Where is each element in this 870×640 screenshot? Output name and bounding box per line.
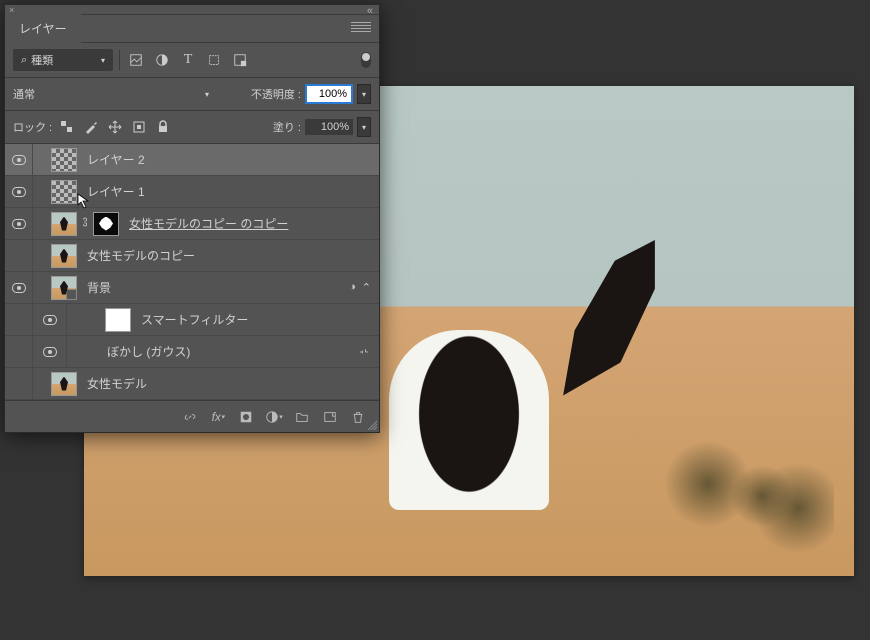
visibility-toggle[interactable] <box>5 336 33 367</box>
fill-label: 塗り : <box>273 119 301 135</box>
mask-icon[interactable] <box>237 408 255 426</box>
layer-name[interactable]: ぼかし (ガウス) <box>107 343 190 360</box>
lock-transparency-icon[interactable] <box>58 118 76 136</box>
type-filter-icon[interactable]: T <box>178 50 198 70</box>
delete-layer-icon[interactable] <box>349 408 367 426</box>
layer-thumbnail[interactable] <box>105 308 131 332</box>
visibility-toggle[interactable] <box>5 240 33 271</box>
visibility-toggle[interactable] <box>5 368 33 399</box>
filter-edit-icon[interactable] <box>357 347 371 357</box>
eye-icon <box>12 187 26 197</box>
layer-name[interactable]: 女性モデルのコピー のコピー <box>129 215 288 232</box>
layer-row[interactable]: 女性モデル <box>5 368 379 400</box>
shape-filter-icon[interactable] <box>204 50 224 70</box>
visibility-toggle[interactable] <box>5 176 33 207</box>
chevron-down-icon: ▾ <box>101 56 105 65</box>
search-icon: ⌕ <box>21 54 27 67</box>
lock-all-icon[interactable] <box>154 118 172 136</box>
layer-name[interactable]: 女性モデル <box>87 375 147 392</box>
resize-handle-icon[interactable] <box>367 420 377 430</box>
layer-mask-thumbnail[interactable] <box>93 212 119 236</box>
fx-icon[interactable]: fx▾ <box>209 408 227 426</box>
panel-tabs: レイヤー <box>5 15 379 43</box>
lock-label: ロック : <box>13 119 52 135</box>
child-visibility-toggle[interactable] <box>33 336 67 367</box>
fill-input[interactable] <box>305 119 353 135</box>
eye-icon <box>12 219 26 229</box>
lock-options-row: ロック : 塗り : ▾ <box>5 111 379 144</box>
filter-blend-icon[interactable]: ◑ <box>349 281 356 294</box>
link-layers-icon[interactable] <box>181 408 199 426</box>
opacity-input[interactable] <box>305 84 353 104</box>
layer-row[interactable]: レイヤー 2 <box>5 144 379 176</box>
layer-thumbnail[interactable] <box>51 148 77 172</box>
eye-icon <box>12 283 26 293</box>
visibility-toggle[interactable] <box>5 272 33 303</box>
group-icon[interactable] <box>293 408 311 426</box>
divider <box>119 50 120 70</box>
layer-row[interactable]: ぼかし (ガウス) <box>5 336 379 368</box>
layer-thumbnail[interactable] <box>51 276 77 300</box>
chevron-down-icon: ▾ <box>205 90 209 99</box>
layer-name[interactable]: レイヤー 1 <box>87 183 145 200</box>
blend-options-row: 通常 ▾ 不透明度 : ▾ <box>5 78 379 111</box>
opacity-label: 不透明度 : <box>251 86 301 102</box>
layer-name[interactable]: 背景 <box>87 279 111 296</box>
layer-row[interactable]: レイヤー 1 <box>5 176 379 208</box>
adjustment-filter-icon[interactable] <box>152 50 172 70</box>
new-layer-icon[interactable] <box>321 408 339 426</box>
layer-name[interactable]: レイヤー 2 <box>87 151 145 168</box>
layer-row[interactable]: スマートフィルター <box>5 304 379 336</box>
fill-dropdown[interactable]: ▾ <box>357 117 371 137</box>
canvas-vegetation <box>654 436 834 556</box>
smartobject-filter-icon[interactable] <box>230 50 250 70</box>
blend-mode-select[interactable]: 通常 ▾ <box>13 86 209 102</box>
visibility-toggle[interactable] <box>5 144 33 175</box>
lock-position-icon[interactable] <box>106 118 124 136</box>
layer-thumbnail[interactable] <box>51 180 77 204</box>
child-visibility-toggle[interactable] <box>33 304 67 335</box>
layer-row[interactable]: 女性モデルのコピー <box>5 240 379 272</box>
layer-thumbnail[interactable] <box>51 372 77 396</box>
layers-panel: × « レイヤー ⌕ 種類 ▾ T 通常 ▾ 不透明度 : ▾ ロック : <box>4 4 380 433</box>
adjustment-layer-icon[interactable]: ▾ <box>265 408 283 426</box>
layer-filter-bar: ⌕ 種類 ▾ T <box>5 43 379 78</box>
lock-pixels-icon[interactable] <box>82 118 100 136</box>
blend-mode-value: 通常 <box>13 86 35 102</box>
eye-icon <box>43 315 57 325</box>
tab-layers[interactable]: レイヤー <box>5 14 81 43</box>
filter-toggle[interactable] <box>361 52 371 68</box>
visibility-toggle[interactable] <box>5 208 33 239</box>
layer-row[interactable]: 女性モデルのコピー のコピー <box>5 208 379 240</box>
layer-name[interactable]: スマートフィルター <box>141 311 248 328</box>
visibility-toggle[interactable] <box>5 304 33 335</box>
opacity-dropdown[interactable]: ▾ <box>357 84 371 104</box>
layer-thumbnail[interactable] <box>51 212 77 236</box>
image-filter-icon[interactable] <box>126 50 146 70</box>
eye-icon <box>43 347 57 357</box>
layer-name[interactable]: 女性モデルのコピー <box>87 247 195 264</box>
panel-menu-icon[interactable] <box>351 19 371 35</box>
collapse-filters-icon[interactable]: ⌃ <box>362 281 371 294</box>
layer-thumbnail[interactable] <box>51 244 77 268</box>
filter-kind-label: 種類 <box>31 52 53 68</box>
filter-kind-select[interactable]: ⌕ 種類 ▾ <box>13 49 113 71</box>
link-icon <box>81 216 89 231</box>
eye-icon <box>12 155 26 165</box>
panel-footer: fx▾ ▾ <box>5 400 379 432</box>
layers-list: レイヤー 2レイヤー 1女性モデルのコピー のコピー女性モデルのコピー背景◑⌃ス… <box>5 144 379 400</box>
layer-row[interactable]: 背景◑⌃ <box>5 272 379 304</box>
lock-artboard-icon[interactable] <box>130 118 148 136</box>
smart-filter-controls: ◑⌃ <box>349 281 371 294</box>
